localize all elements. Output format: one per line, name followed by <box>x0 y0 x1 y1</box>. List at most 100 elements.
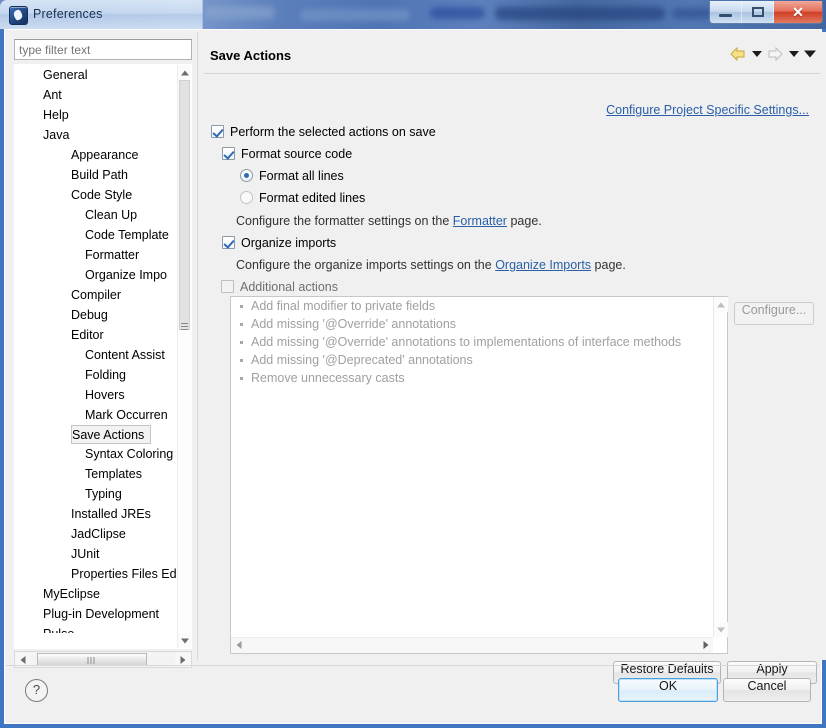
maximize-button[interactable] <box>742 1 774 23</box>
list-item[interactable]: Add final modifier to private fields <box>231 297 713 315</box>
sidebar-item-formatter[interactable]: Formatter <box>15 245 179 265</box>
list-scroll-up-button[interactable] <box>714 297 728 312</box>
sidebar-item-label: Organize Impo <box>85 268 167 282</box>
format-source-code-row[interactable]: Format source code <box>222 147 352 161</box>
bullet-icon <box>240 305 243 308</box>
format-all-lines-label: Format all lines <box>259 169 344 183</box>
configure-button[interactable]: Configure... <box>734 302 814 325</box>
format-all-lines-row[interactable]: Format all lines <box>240 169 344 183</box>
formatter-hint-prefix: Configure the formatter settings on the <box>236 214 453 228</box>
additional-actions-row[interactable]: Additional actions <box>221 280 338 294</box>
additional-actions-checkbox[interactable] <box>221 280 234 293</box>
sidebar-item-debug[interactable]: Debug <box>15 305 179 325</box>
sidebar-item-label: JUnit <box>71 547 100 561</box>
triangle-down-icon <box>181 638 189 643</box>
sidebar-item-label: Save Actions <box>72 428 145 442</box>
tree-scroll-down-button[interactable] <box>178 633 191 648</box>
sidebar-item-label: Java <box>43 128 70 142</box>
tree-vertical-scrollbar[interactable] <box>177 65 191 648</box>
configure-project-specific-settings-link[interactable]: Configure Project Specific Settings... <box>606 103 809 117</box>
sidebar-item-templates[interactable]: Templates <box>15 464 179 484</box>
sidebar-item-compiler[interactable]: Compiler <box>15 285 179 305</box>
preferences-sidebar: General Ant Help JavaAppearance Build Path Co… <box>9 35 194 668</box>
sidebar-item-jadclipse[interactable]: JadClipse <box>15 524 179 544</box>
perform-on-save-row[interactable]: Perform the selected actions on save <box>211 125 436 139</box>
triangle-right-icon <box>703 641 708 649</box>
list-scroll-right-button[interactable] <box>698 638 713 652</box>
list-horizontal-scrollbar[interactable] <box>231 637 713 653</box>
sidebar-item-code-template[interactable]: Code Template <box>15 225 179 245</box>
perform-on-save-label: Perform the selected actions on save <box>230 125 436 139</box>
additional-actions-list[interactable]: Add final modifier to private fields Add … <box>230 296 728 654</box>
sidebar-item-installed-jres[interactable]: Installed JREs <box>15 504 179 524</box>
sidebar-item-properties-files-ed[interactable]: Properties Files Ed <box>15 564 179 584</box>
sidebar-item-appearance[interactable]: Appearance <box>15 145 179 165</box>
help-icon[interactable]: ? <box>25 679 48 702</box>
back-arrow-icon[interactable] <box>729 46 747 62</box>
sidebar-item-syntax-coloring[interactable]: Syntax Coloring <box>15 444 179 464</box>
list-vertical-scrollbar[interactable] <box>713 297 728 637</box>
sidebar-item-label: Debug <box>71 308 108 322</box>
list-item[interactable]: Add missing '@Override' annotations to i… <box>231 333 713 351</box>
sidebar-item-label: JadClipse <box>71 527 126 541</box>
title-bar: Preferences ✕ <box>0 0 826 30</box>
sidebar-item-content-assist[interactable]: Content Assist <box>15 345 179 365</box>
sidebar-item-label: Compiler <box>71 288 122 302</box>
sidebar-item-build-path[interactable]: Build Path <box>15 165 179 185</box>
cancel-button[interactable]: Cancel <box>723 678 811 702</box>
list-item-label: Remove unnecessary casts <box>251 371 405 385</box>
organize-imports-checkbox[interactable] <box>222 236 235 249</box>
close-button[interactable]: ✕ <box>774 1 822 23</box>
forward-dropdown-icon[interactable] <box>787 46 800 62</box>
sidebar-item-label: Help <box>43 108 69 122</box>
format-edited-lines-row[interactable]: Format edited lines <box>240 191 365 205</box>
close-icon: ✕ <box>792 4 804 20</box>
sidebar-item-mark-occurren[interactable]: Mark Occurren <box>15 405 179 425</box>
filter-input[interactable] <box>14 39 192 60</box>
preferences-tree[interactable]: General Ant Help Java Appearance Build Path Co… <box>14 64 192 649</box>
sidebar-item-typing[interactable]: Typing <box>15 484 179 504</box>
organize-imports-row[interactable]: Organize imports <box>222 236 336 250</box>
sidebar-item-myeclipse[interactable]: MyEclipse <box>15 584 179 604</box>
sidebar-item-organize-impo[interactable]: Organize Impo <box>15 265 179 285</box>
sidebar-item-help[interactable]: Help <box>15 105 179 125</box>
list-item[interactable]: Remove unnecessary casts <box>231 369 713 387</box>
sidebar-item-label: Formatter <box>85 248 140 262</box>
list-item[interactable]: Add missing '@Override' annotations <box>231 315 713 333</box>
sidebar-item-clean-up[interactable]: Clean Up <box>15 205 179 225</box>
list-scroll-down-button[interactable] <box>714 622 728 637</box>
minimize-button[interactable] <box>710 1 742 23</box>
ok-button[interactable]: OK <box>618 678 718 702</box>
sidebar-item-ant[interactable]: Ant <box>15 85 179 105</box>
sidebar-item-java[interactable]: Java <box>15 125 179 145</box>
bullet-icon <box>240 341 243 344</box>
sidebar-item-code-style[interactable]: Code Style <box>15 185 179 205</box>
sidebar-item-label: General <box>43 68 88 82</box>
organize-imports-link[interactable]: Organize Imports <box>495 258 591 272</box>
sidebar-item-pulse[interactable]: Pulse <box>15 624 179 633</box>
view-menu-icon[interactable] <box>803 46 816 62</box>
list-scroll-left-button[interactable] <box>231 638 246 652</box>
page-navigation <box>729 46 816 62</box>
formatter-link[interactable]: Formatter <box>453 214 507 228</box>
format-edited-lines-radio[interactable] <box>240 191 253 204</box>
sidebar-item-label: Plug-in Development <box>43 607 160 621</box>
minimize-icon <box>719 14 732 17</box>
perform-on-save-checkbox[interactable] <box>211 125 224 138</box>
sidebar-item-folding[interactable]: Folding <box>15 365 179 385</box>
format-all-lines-radio[interactable] <box>240 169 253 182</box>
format-source-code-checkbox[interactable] <box>222 147 235 160</box>
list-item[interactable]: Add missing '@Deprecated' annotations <box>231 351 713 369</box>
sidebar-item-general[interactable]: General <box>15 65 179 85</box>
sidebar-item-junit[interactable]: JUnit <box>15 544 179 564</box>
tree-scroll-up-button[interactable] <box>178 65 191 80</box>
sidebar-item-label: Mark Occurren <box>85 408 168 422</box>
sidebar-item-save-actions[interactable]: Save Actions <box>71 425 152 444</box>
back-dropdown-icon[interactable] <box>750 46 763 62</box>
tree-scroll-thumb[interactable] <box>179 80 190 330</box>
list-item-label: Add missing '@Override' annotations <box>251 317 457 331</box>
triangle-up-icon <box>717 302 725 307</box>
sidebar-item-editor[interactable]: Editor <box>15 325 179 345</box>
sidebar-item-hovers[interactable]: Hovers <box>15 385 179 405</box>
sidebar-item-plug-in-development[interactable]: Plug-in Development <box>15 604 179 624</box>
